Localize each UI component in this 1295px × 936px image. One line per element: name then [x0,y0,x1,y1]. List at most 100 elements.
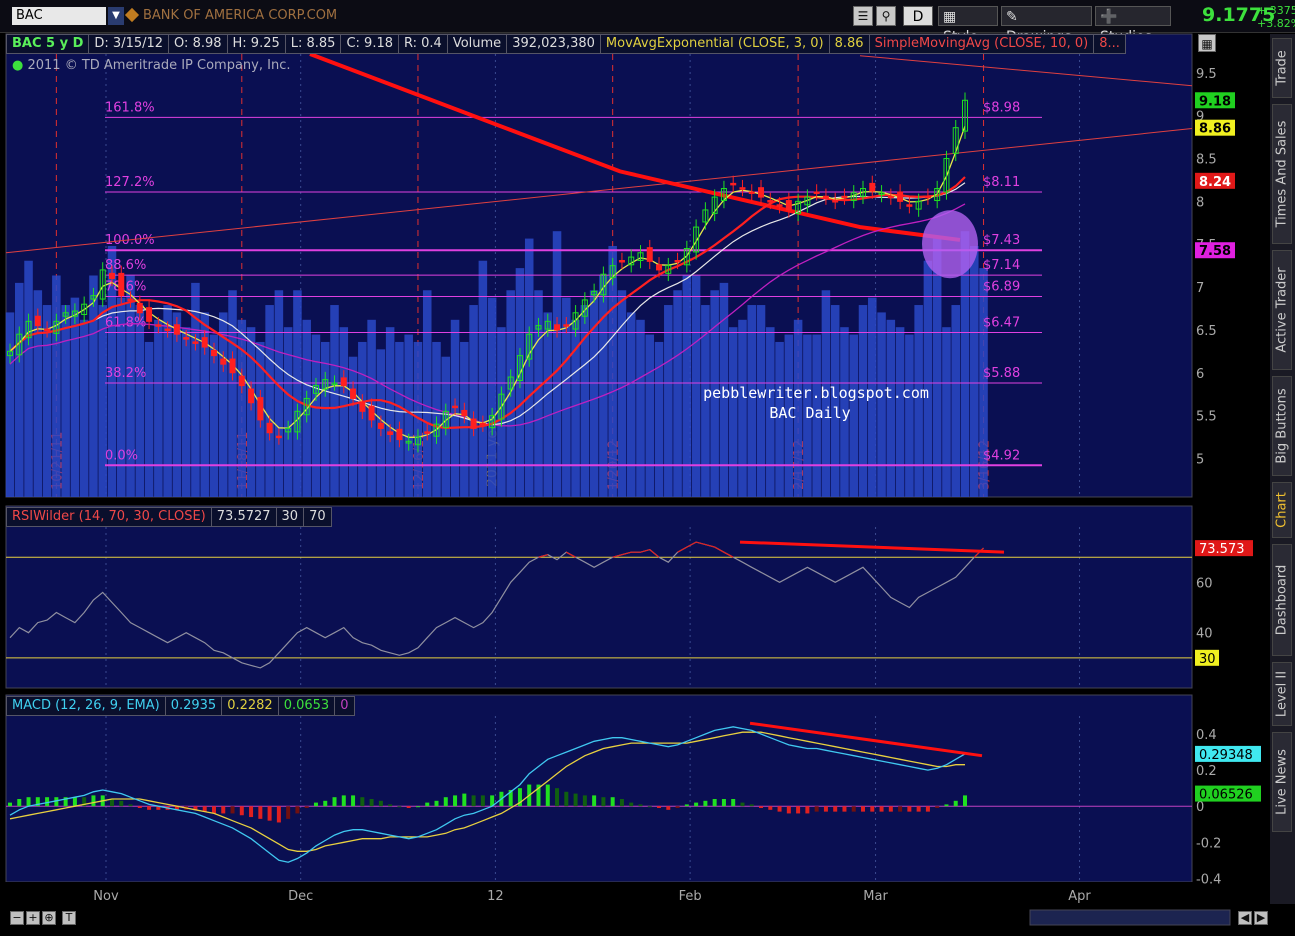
macd-hist-bar [230,806,235,814]
volume-bar [348,356,358,497]
zoom-fit-button[interactable]: ⊕ [42,911,56,925]
macd-hist-bar [91,795,96,807]
tab-active-trader[interactable]: Active Trader [1272,250,1292,370]
macd-hist-bar [619,799,624,807]
chart-settings-icon[interactable]: ▦ [1198,34,1216,52]
volume-bar [24,260,33,497]
volume-bar [626,312,636,497]
candle-body [618,260,625,263]
watermark-blog: pebblewriter.blogspot.com [703,384,929,402]
rsi-tick-label: 60 [1196,576,1213,591]
macd-header: MACD (12, 26, 9, EMA) 0.2935 0.2282 0.06… [6,696,355,716]
volume-bar [524,238,534,498]
scroll-right-button[interactable]: ▶ [1254,911,1268,925]
macd-hist-bar [898,806,903,812]
zoom-in-button[interactable]: + [26,911,40,925]
macd-hist-bar [703,800,708,807]
fib-pct-label: 38.2% [105,366,146,381]
macd-hist-bar [675,806,680,809]
volume-bar [728,327,738,497]
volume-bar [246,327,256,497]
volume-bar [469,305,478,497]
macd-hist-bar [258,806,263,819]
macd-hist-bar [582,795,587,807]
volume-bar [404,334,413,497]
candle-body [275,435,282,439]
macd-hist-bar [925,806,930,812]
macd-hist-bar [786,806,791,814]
rsi-30-tag-label: 30 [1199,652,1216,667]
volume-bar [5,312,15,497]
tab-trade[interactable]: Trade [1272,38,1292,98]
chart-canvas[interactable]: NovDec12FebMarApr10/21/1111/18/1112/16/1… [0,0,1270,936]
macd-hist-bar [462,793,467,807]
candle-body [34,315,41,327]
macd-hist-bar [397,806,402,808]
rsi-param-70: 70 [304,507,332,527]
tab-live-news[interactable]: Live News [1272,732,1292,832]
volume-bar [61,305,70,497]
macd-hist-bar [109,799,114,807]
volume-bar [358,341,367,497]
macd-hist-bar [137,806,142,809]
candle-body [776,204,783,207]
candle-body [238,375,245,387]
macd-hist-bar [796,806,801,814]
volume-bar [691,275,701,497]
macd-hist-bar [768,806,773,810]
tab-level-ii[interactable]: Level II [1272,662,1292,726]
macd-hist-bar [239,806,244,816]
tab-dashboard[interactable]: Dashboard [1272,544,1292,656]
x-axis-label: Nov [93,889,119,904]
volume-bar [154,319,163,497]
macd-hist-bar [267,806,272,821]
macd-tag-label: 0.29348 [1199,748,1253,763]
copyright-label: 2011 © TD Ameritrade IP Company, Inc. [27,58,291,73]
scroll-left-button[interactable]: ◀ [1238,911,1252,925]
x-axis-label: Mar [863,889,888,904]
macd-hist-bar [851,806,856,812]
zoom-out-button[interactable]: − [10,911,24,925]
candle-body [479,422,486,426]
macd-hist-bar [17,799,22,807]
tab-times-and-sales[interactable]: Times And Sales [1272,104,1292,244]
candle-body [924,195,931,199]
x-axis-label: Feb [679,889,702,904]
macd-hist-bar [861,806,866,812]
macd-hist-bar [907,806,912,812]
macd-hist-bar [332,797,337,807]
macd-hist-bar [944,804,949,807]
volume-bar [970,245,979,497]
text-tool-button[interactable]: T [62,911,76,925]
rsi-tick-label: 40 [1196,627,1213,642]
green-dot-icon: ● [12,58,24,73]
tab-big-buttons[interactable]: Big Buttons [1272,376,1292,476]
candle-body [785,200,792,211]
price-header: BAC 5 y D D: 3/15/12 O: 8.98 H: 9.25 L: … [6,34,1126,54]
rsi-value: 73.5727 [211,507,277,527]
volume-bar [135,305,145,497]
candle-body [377,422,384,429]
volume-bar [849,334,859,497]
macd-value: 0.2935 [165,696,223,716]
volume-bar [543,312,553,497]
volume-bar [905,334,914,497]
candle-body [127,298,134,302]
macd-tick-label: -0.4 [1196,872,1221,887]
macd-hist-bar [360,797,365,807]
macd-hist-bar [313,802,318,807]
tab-chart[interactable]: Chart [1272,482,1292,538]
candle-body [822,195,829,199]
macd-hist-bar [638,804,643,807]
header-ema-value: 8.86 [829,34,870,54]
candle-body [359,401,366,412]
macd-hist-bar [647,806,652,808]
macd-hist-bar [434,800,439,807]
right-sidebar: Trade Times And Sales Active Trader Big … [1270,34,1295,904]
price-tag-label: 8.24 [1199,175,1231,190]
macd-title: MACD (12, 26, 9, EMA) [6,696,166,716]
macd-hist-bar [684,804,689,807]
macd-hist-bar [276,806,281,823]
header-sma-value: 8... [1094,34,1126,54]
volume-bar [283,327,293,497]
